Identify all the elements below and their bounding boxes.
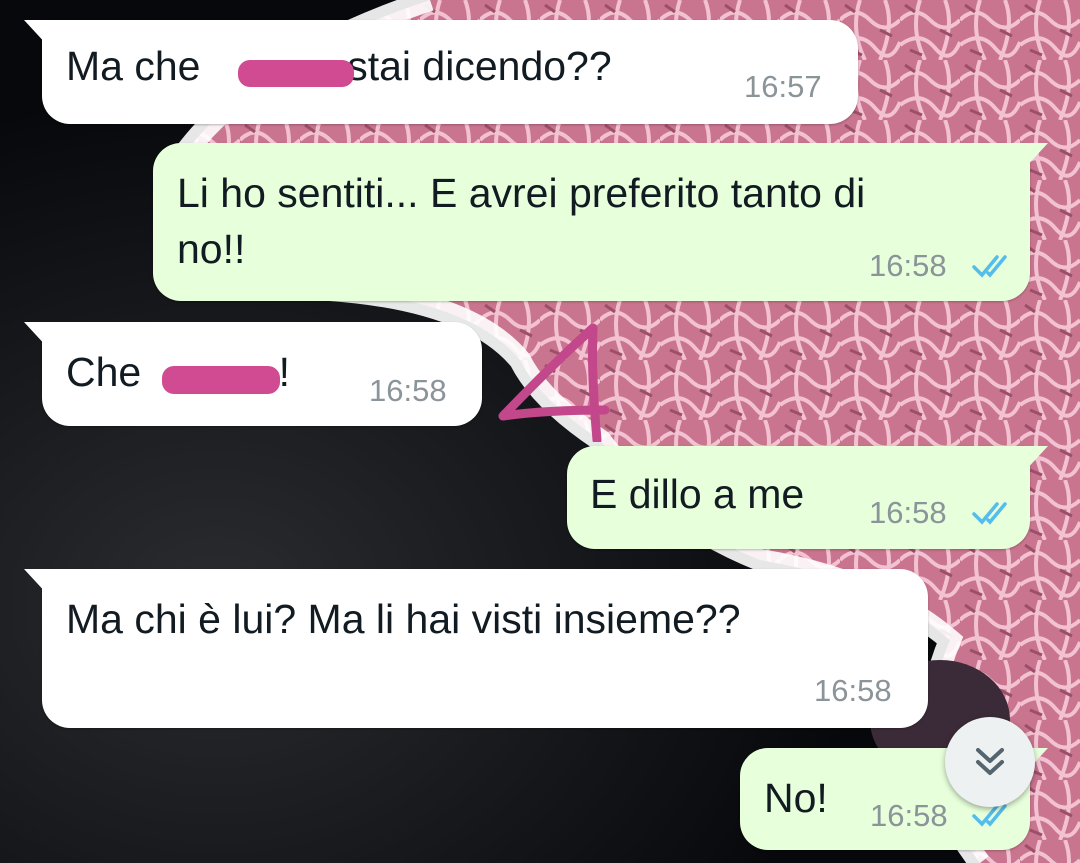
double-chevron-down-icon	[976, 748, 1004, 775]
handwritten-annotation	[498, 323, 610, 442]
outgoing-message[interactable]: Li ho sentiti... E avrei preferito tanto…	[153, 143, 1048, 301]
incoming-message[interactable]: Ma che stai dicendo?? 16:57	[24, 20, 858, 124]
message-time: 16:58	[869, 495, 947, 530]
redaction-mark	[238, 60, 354, 87]
scroll-to-bottom-button[interactable]	[945, 717, 1035, 807]
incoming-message[interactable]: Che ! 16:58	[24, 322, 482, 426]
message-text-line-2: no!!	[177, 226, 246, 272]
double-check-icon	[972, 255, 1007, 278]
message-time: 16:58	[870, 798, 948, 833]
bubble-tail	[1024, 143, 1048, 169]
message-text: No!	[764, 775, 828, 821]
bubble-tail	[24, 322, 48, 348]
outgoing-message[interactable]: E dillo a me 16:58	[567, 446, 1048, 549]
message-time: 16:58	[869, 248, 947, 283]
bubble-tail	[24, 20, 48, 46]
message-time: 16:58	[369, 373, 447, 408]
redaction-mark	[162, 366, 280, 394]
incoming-message[interactable]: Ma chi è lui? Ma li hai visti insieme?? …	[24, 569, 928, 728]
message-text: Ma chi è lui? Ma li hai visti insieme??	[66, 596, 741, 642]
bubble-tail	[1024, 446, 1048, 472]
message-time: 16:58	[814, 673, 892, 708]
double-check-icon	[972, 502, 1007, 525]
message-text-line-1: Li ho sentiti... E avrei preferito tanto…	[177, 170, 866, 216]
message-text: E dillo a me	[590, 471, 805, 517]
bubble-tail	[24, 569, 48, 595]
message-time: 16:57	[744, 69, 822, 104]
